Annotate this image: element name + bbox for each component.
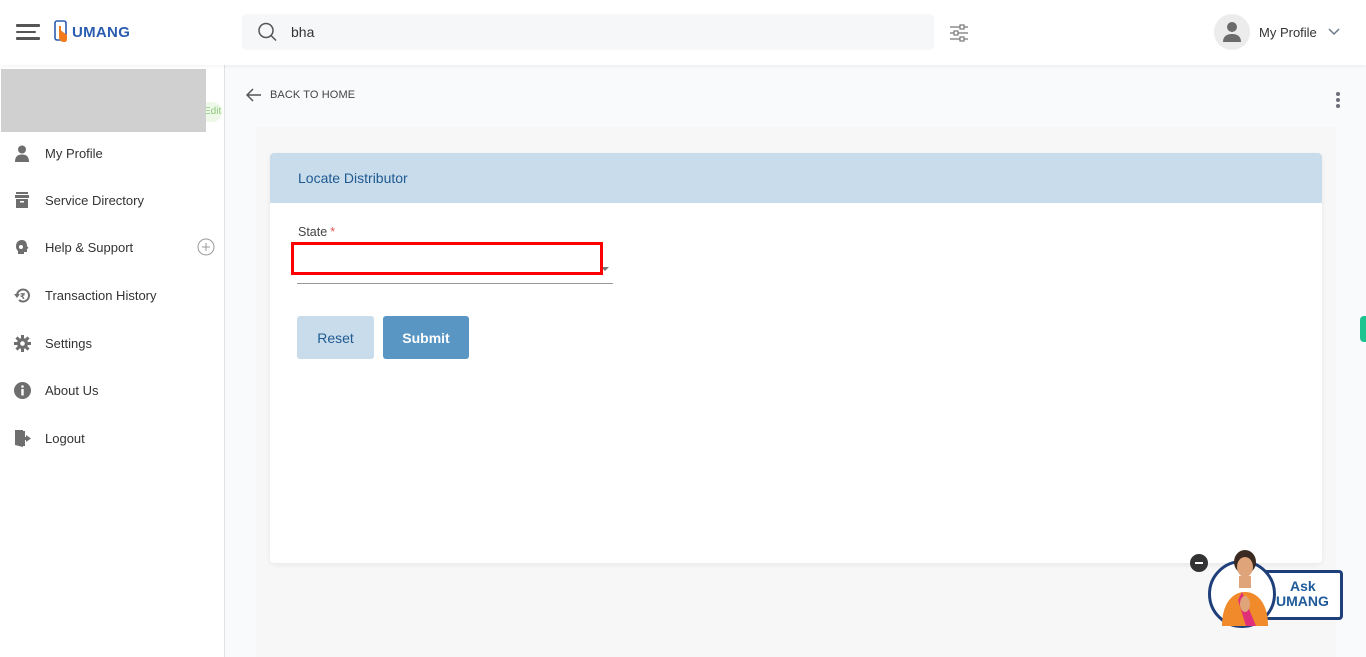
dropdown-arrow-icon: [601, 267, 609, 271]
profile-banner-redacted: [1, 69, 206, 132]
menu-icon[interactable]: [16, 24, 40, 42]
expand-plus-icon[interactable]: [197, 238, 215, 256]
locate-distributor-card: Locate Distributor State * Reset Submit: [270, 153, 1322, 563]
sidebar-item-label: About Us: [45, 382, 99, 398]
search-icon: [258, 22, 277, 42]
filter-sliders-icon[interactable]: [948, 22, 970, 44]
sidebar-item-label: Service Directory: [45, 192, 144, 208]
minimize-icon[interactable]: [1190, 554, 1208, 572]
reset-button[interactable]: Reset: [297, 316, 374, 359]
svg-text:₹: ₹: [20, 292, 26, 301]
profile-label: My Profile: [1259, 24, 1317, 40]
info-icon: [12, 380, 32, 400]
search-bar[interactable]: [242, 14, 934, 50]
card-title: Locate Distributor: [298, 170, 408, 186]
sidebar-item-label: Help & Support: [45, 239, 134, 255]
profile-menu[interactable]: My Profile: [1214, 14, 1341, 50]
state-field-label: State *: [298, 225, 335, 239]
rupee-history-icon: ₹: [12, 285, 32, 305]
required-mark: *: [330, 225, 336, 239]
edit-label: Edit: [204, 106, 222, 117]
more-vertical-icon[interactable]: [1334, 91, 1342, 109]
sidebar-item-service-directory[interactable]: Service Directory: [0, 180, 224, 220]
state-select[interactable]: [297, 243, 613, 284]
archive-icon: [12, 190, 32, 210]
arrow-left-icon: [246, 88, 261, 102]
sidebar-item-label: Transaction History: [45, 287, 157, 303]
user-avatar-icon: [1223, 22, 1241, 42]
sidebar-item-label: Settings: [45, 335, 92, 351]
state-label: State: [298, 225, 328, 239]
sidebar-item-label: My Profile: [45, 145, 103, 161]
sidebar-item-my-profile[interactable]: My Profile: [0, 133, 224, 173]
headset-icon: [12, 237, 32, 257]
avatar: [1214, 14, 1250, 50]
sidebar: Edit My Profile Service Directory Help &…: [0, 65, 225, 657]
top-bar: UMANG My Profile: [0, 0, 1366, 65]
assistant-avatar-icon: [1222, 550, 1268, 626]
sidebar-item-label: Logout: [45, 430, 85, 446]
ask-umang-widget[interactable]: Ask UMANG: [1190, 548, 1350, 630]
logout-icon: [12, 428, 32, 448]
sidebar-item-transaction-history[interactable]: ₹ Transaction History: [0, 275, 224, 315]
user-icon: [12, 143, 32, 163]
back-label: BACK TO HOME: [270, 89, 356, 101]
chevron-down-icon: [1328, 28, 1340, 36]
back-to-home-link[interactable]: BACK TO HOME: [246, 88, 355, 102]
sidebar-item-logout[interactable]: Logout: [0, 418, 224, 458]
app-name: UMANG: [72, 23, 131, 41]
feedback-tab[interactable]: [1360, 316, 1366, 342]
gear-icon: [12, 333, 32, 353]
search-input[interactable]: [291, 24, 891, 40]
sidebar-item-about-us[interactable]: About Us: [0, 370, 224, 410]
logo-phone-icon: [54, 20, 67, 42]
sidebar-item-settings[interactable]: Settings: [0, 323, 224, 363]
umang-logo[interactable]: UMANG: [54, 20, 130, 44]
sidebar-item-help-support[interactable]: Help & Support: [0, 227, 224, 267]
submit-button[interactable]: Submit: [383, 316, 469, 359]
card-header: Locate Distributor: [270, 153, 1322, 203]
ask-umang-line1: Ask: [1290, 578, 1316, 594]
ask-umang-line2: UMANG: [1276, 593, 1329, 609]
